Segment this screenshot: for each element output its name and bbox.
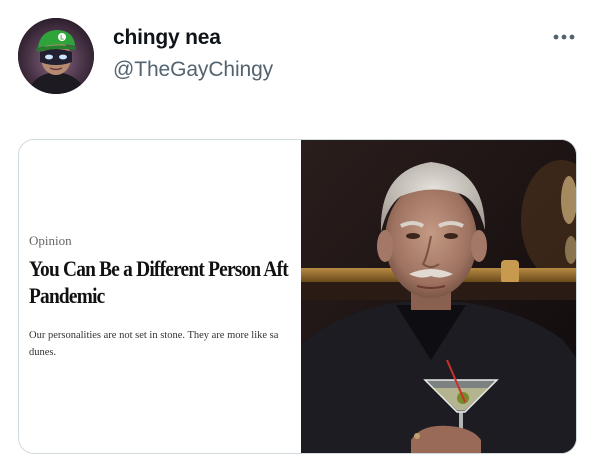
article-section: Opinion <box>29 233 72 248</box>
summary-line-1: Our personalities are not set in stone. … <box>29 330 279 341</box>
headline-line-1: You Can Be a Different Person Aft <box>29 256 289 281</box>
photo-image <box>301 140 576 453</box>
article-screenshot: Opinion You Can Be a Different Person Af… <box>19 140 301 453</box>
display-name[interactable]: chingy nea <box>113 26 221 50</box>
article-summary: Our personalities are not set in stone. … <box>29 327 301 361</box>
headline-line-2: Pandemic <box>29 283 105 308</box>
summary-line-2: dunes. <box>29 347 57 358</box>
photo-older-man <box>301 140 576 453</box>
user-handle[interactable]: @TheGayChingy <box>113 58 273 82</box>
tweet-media[interactable]: Opinion You Can Be a Different Person Af… <box>18 139 577 454</box>
avatar[interactable]: L <box>18 18 94 94</box>
svg-text:L: L <box>60 35 64 41</box>
avatar-image: L <box>18 18 94 94</box>
article-headline: You Can Be a Different Person Aft Pandem… <box>29 255 289 309</box>
more-dots-icon[interactable] <box>552 27 580 47</box>
